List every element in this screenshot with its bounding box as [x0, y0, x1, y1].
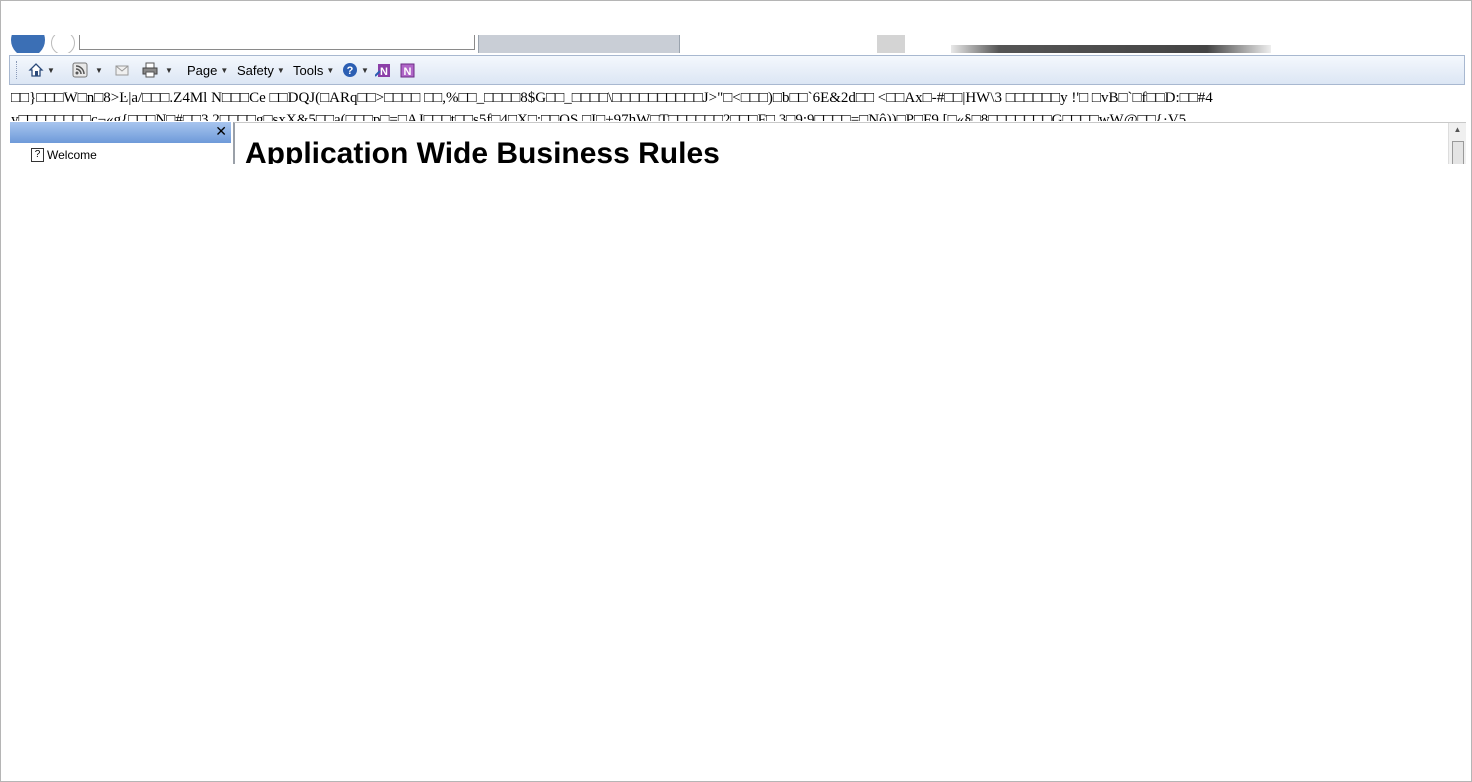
onenote-linked-button[interactable]: N: [399, 56, 415, 84]
help-icon: ?: [343, 63, 357, 77]
onenote-linked-icon: N: [400, 63, 415, 78]
onenote-icon: N: [375, 64, 390, 78]
help-contents-pane: ✕ ? Welcome: [10, 122, 231, 164]
pane-header: ✕: [10, 122, 231, 143]
feeds-button[interactable]: ▼: [72, 56, 103, 84]
help-button[interactable]: ? ▼: [342, 56, 369, 84]
print-dropdown-icon[interactable]: ▼: [165, 66, 173, 75]
content-pane: Application Wide Business Rules ▲: [233, 122, 1466, 164]
read-mail-icon: [115, 65, 129, 76]
command-bar: ▼ ▼ ▼ Page ▼ Safety ▼ Tools ▼ ? ▼ N N: [9, 55, 1465, 85]
navigation-strip: [1, 35, 1471, 53]
garbled-text-line: □□}□□□W□n□8>Ŀ|a/□□□.Z4Ml N□□□Ce □□DQJ(□A…: [11, 90, 1213, 106]
browser-tab-active[interactable]: [681, 35, 877, 53]
svg-text:N: N: [380, 66, 388, 78]
safety-menu-label: Safety: [237, 62, 274, 78]
read-mail-button[interactable]: [114, 56, 130, 84]
svg-text:N: N: [404, 66, 412, 78]
home-button[interactable]: ▼: [28, 56, 55, 84]
feeds-dropdown-icon[interactable]: ▼: [95, 66, 103, 75]
vertical-scrollbar[interactable]: ▲: [1448, 123, 1466, 164]
print-icon: [142, 62, 158, 78]
feeds-icon: [72, 62, 88, 78]
safety-menu[interactable]: Safety ▼: [237, 56, 285, 84]
close-icon[interactable]: ✕: [215, 123, 227, 140]
sidebar-item-label: Welcome: [47, 148, 97, 162]
garbled-text-line: y□□□□□□□□c¬«g{□□□N□#□□3 2□□□□g□sxX&5□□a(…: [11, 112, 1187, 121]
page-title: Application Wide Business Rules: [245, 137, 720, 164]
address-bar[interactable]: [79, 35, 475, 50]
page-menu[interactable]: Page ▼: [187, 56, 228, 84]
new-tab-button[interactable]: [877, 35, 905, 53]
home-icon: [28, 63, 44, 77]
onenote-button[interactable]: N: [375, 56, 391, 84]
sidebar-item-welcome[interactable]: ? Welcome: [31, 148, 97, 162]
tools-menu[interactable]: Tools ▼: [293, 56, 334, 84]
svg-text:?: ?: [347, 65, 354, 77]
browser-tab[interactable]: [478, 35, 680, 53]
blank-area: [10, 164, 1471, 781]
help-dropdown-icon[interactable]: ▼: [361, 66, 369, 75]
chevron-down-icon: ▼: [276, 65, 285, 75]
page-menu-label: Page: [187, 62, 218, 78]
help-topic-icon: ?: [31, 148, 44, 162]
chevron-down-icon: ▼: [220, 65, 229, 75]
scroll-up-icon[interactable]: ▲: [1449, 123, 1466, 137]
forward-button[interactable]: [51, 35, 75, 53]
browser-window: ▼ ▼ ▼ Page ▼ Safety ▼ Tools ▼ ? ▼ N N □□…: [0, 0, 1472, 782]
chevron-down-icon: ▼: [326, 65, 335, 75]
garbled-text-banner: □□}□□□W□n□8>Ŀ|a/□□□.Z4Ml N□□□Ce □□DQJ(□A…: [11, 87, 1466, 121]
tools-menu-label: Tools: [293, 62, 324, 78]
blurred-region: [951, 45, 1271, 53]
print-button[interactable]: ▼: [142, 56, 173, 84]
scroll-thumb[interactable]: [1452, 141, 1464, 164]
home-dropdown-icon[interactable]: ▼: [47, 66, 55, 75]
back-button[interactable]: [11, 35, 45, 53]
toolbar-grip[interactable]: [16, 61, 19, 79]
